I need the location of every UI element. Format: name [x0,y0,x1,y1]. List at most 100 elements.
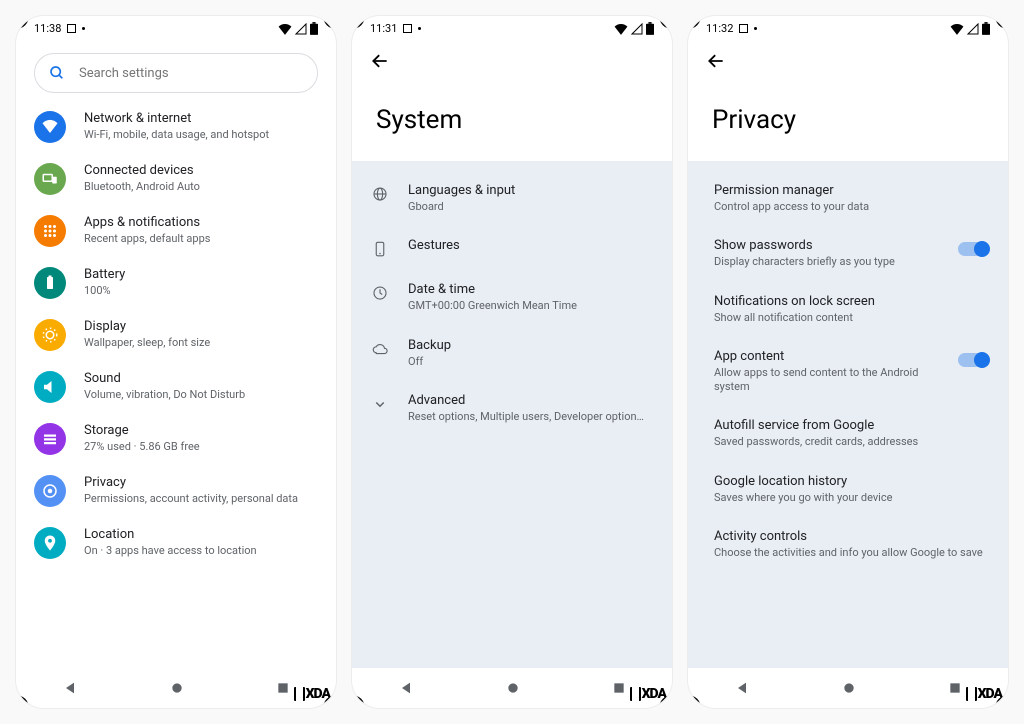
nav-home-icon[interactable] [505,680,521,696]
status-bar: 11:31 [352,16,672,37]
settings-row-privacy[interactable]: PrivacyPermissions, account activity, pe… [16,465,336,517]
battery-status-icon [310,22,318,35]
settings-row-devices[interactable]: Connected devicesBluetooth, Android Auto [16,153,336,205]
row-subtitle: Display characters briefly as you type [714,255,940,269]
row-subtitle: 27% used · 5.86 GB free [84,440,200,454]
display-icon [34,319,66,351]
row-title: Languages & input [408,183,652,198]
signal-status-icon [295,23,307,35]
row-title: Network & internet [84,111,269,127]
row-title: Location [84,527,257,543]
row-subtitle: On · 3 apps have access to location [84,544,257,558]
status-notification-icon [403,24,412,33]
row-title: Gestures [408,238,652,253]
nav-recent-icon[interactable] [948,681,962,695]
nav-back-icon[interactable] [398,680,414,696]
location-icon [34,527,66,559]
nav-back-icon[interactable] [734,680,750,696]
search-input[interactable] [77,65,303,82]
toggle-switch[interactable] [958,242,988,256]
settings-row-apps[interactable]: Apps & notificationsRecent apps, default… [16,205,336,257]
status-notification-icon [739,24,748,33]
row-title: Privacy [84,475,298,491]
row-subtitle: Saved passwords, credit cards, addresses [714,435,988,449]
status-dot-icon [82,27,85,30]
privacy-row[interactable]: App content Allow apps to send content to… [688,337,1008,407]
cloud-icon [370,340,390,358]
system-row-clock[interactable]: Date & timeGMT+00:00 Greenwich Mean Time [352,270,672,325]
row-subtitle: Wi-Fi, mobile, data usage, and hotspot [84,128,269,142]
row-subtitle: Recent apps, default apps [84,232,210,246]
status-time: 11:31 [370,22,397,35]
search-settings[interactable] [34,53,318,93]
system-list: Languages & inputGboard Gestures Date & ti… [352,161,672,668]
row-subtitle: Show all notification content [714,311,988,325]
row-title: Activity controls [714,529,988,544]
row-title: Autofill service from Google [714,418,988,433]
settings-row-storage[interactable]: Storage27% used · 5.86 GB free [16,413,336,465]
row-subtitle: Off [408,355,652,369]
row-title: App content [714,349,940,364]
nav-home-icon[interactable] [169,680,185,696]
privacy-row[interactable]: Permission managerControl app access to … [688,171,1008,226]
privacy-row[interactable]: Notifications on lock screenShow all not… [688,282,1008,337]
privacy-row[interactable]: Autofill service from Google Saved passwo… [688,406,1008,461]
sound-icon [34,371,66,403]
apps-icon [34,215,66,247]
row-subtitle: Bluetooth, Android Auto [84,180,200,194]
status-dot-icon [754,27,757,30]
phone-privacy: 11:32 Privacy Permission managerControl … [688,16,1008,708]
settings-row-display[interactable]: DisplayWallpaper, sleep, font size [16,309,336,361]
nav-bar: XDA [688,668,1008,708]
storage-icon [34,423,66,455]
row-title: Connected devices [84,163,200,179]
back-button[interactable] [688,37,1008,71]
privacy-row[interactable]: Show passwords Display characters briefly… [688,226,1008,281]
row-title: Date & time [408,282,652,297]
row-subtitle: Choose the activities and info you allow… [714,546,988,560]
gesture-icon [370,240,390,258]
row-title: Advanced [408,393,652,408]
arrow-back-icon [706,51,726,71]
settings-row-sound[interactable]: SoundVolume, vibration, Do Not Disturb [16,361,336,413]
nav-home-icon[interactable] [841,680,857,696]
system-row-cloud[interactable]: Backup Off [352,326,672,381]
toggle-switch[interactable] [958,353,988,367]
settings-row-wifi[interactable]: Network & internetWi-Fi, mobile, data us… [16,101,336,153]
row-subtitle: 100% [84,284,125,298]
settings-row-battery[interactable]: Battery100% [16,257,336,309]
privacy-row[interactable]: Google location history Saves where you g… [688,462,1008,517]
system-row-gesture[interactable]: Gestures [352,226,672,270]
row-title: Battery [84,267,125,283]
settings-row-location[interactable]: LocationOn · 3 apps have access to locat… [16,517,336,569]
system-row-globe[interactable]: Languages & inputGboard [352,171,672,226]
nav-back-icon[interactable] [62,680,78,696]
system-row-chevron[interactable]: AdvancedReset options, Multiple users, D… [352,381,672,436]
globe-icon [370,185,390,203]
settings-list: Network & internetWi-Fi, mobile, data us… [16,101,336,668]
row-title: Google location history [714,474,988,489]
row-subtitle: Allow apps to send content to the Androi… [714,366,940,395]
search-icon [49,65,65,81]
privacy-row[interactable]: Activity controls Choose the activities a… [688,517,1008,572]
row-title: Show passwords [714,238,940,253]
battery-status-icon [646,22,654,35]
wifi-status-icon [614,23,628,35]
status-icons [950,22,990,35]
battery-status-icon [982,22,990,35]
phone-system: 11:31 System Languages & inputGboardGest… [352,16,672,708]
back-button[interactable] [352,37,672,71]
status-icons [614,22,654,35]
row-title: Sound [84,371,245,387]
nav-recent-icon[interactable] [276,681,290,695]
wifi-icon [34,111,66,143]
row-title: Backup [408,338,652,353]
nav-bar: XDA [16,668,336,708]
privacy-list: Permission managerControl app access to … [688,161,1008,668]
nav-recent-icon[interactable] [612,681,626,695]
row-subtitle: Saves where you go with your device [714,491,988,505]
arrow-back-icon [370,51,390,71]
row-title: Apps & notifications [84,215,210,231]
status-bar: 11:32 [688,16,1008,37]
page-title: Privacy [688,71,1008,161]
